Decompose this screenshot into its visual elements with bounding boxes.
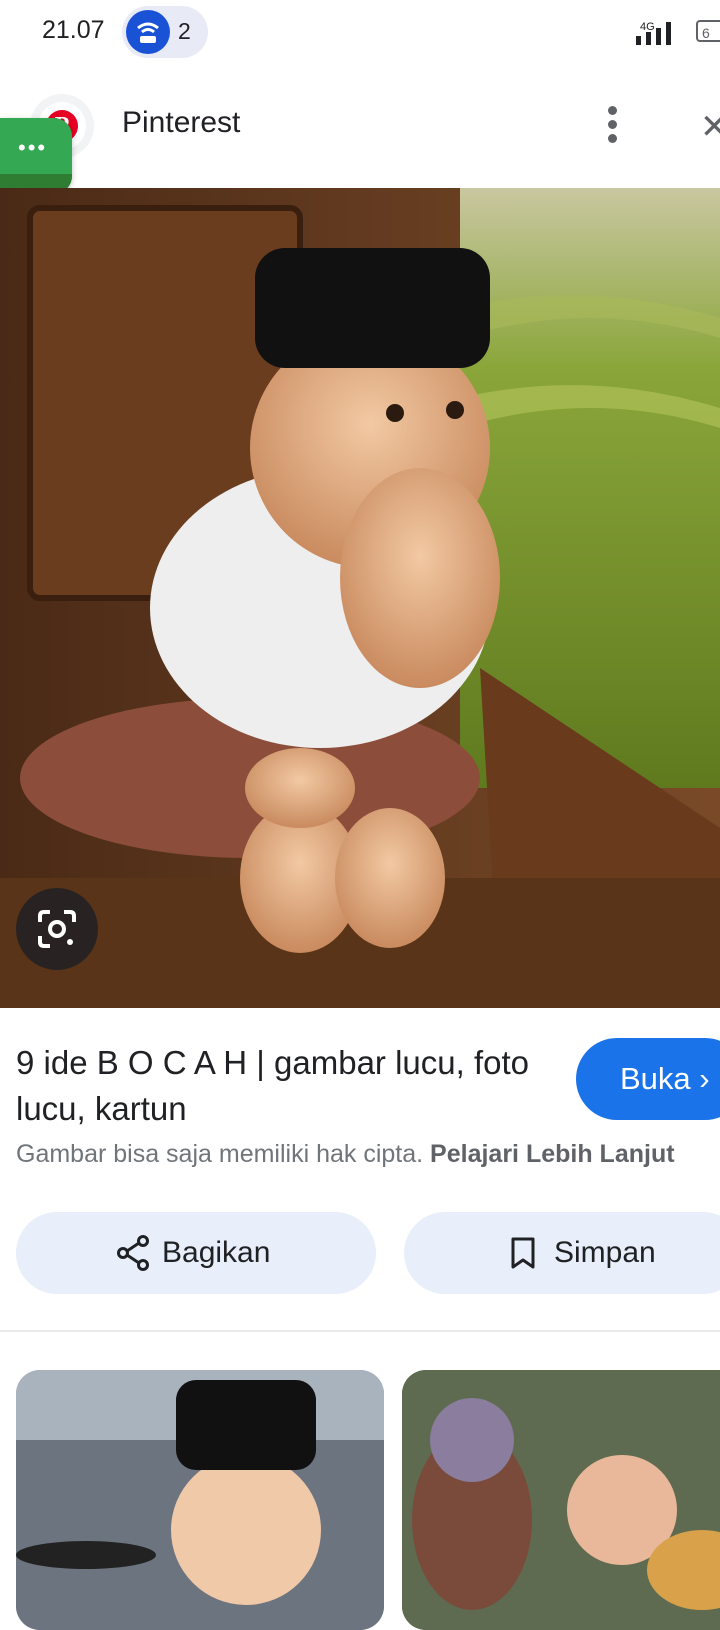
preview-image-illustration	[0, 188, 720, 1008]
signal-icon: 4G	[636, 20, 688, 51]
result-title[interactable]: 9 ide B O C A H | gambar lucu, foto lucu…	[16, 1040, 536, 1132]
lens-icon	[38, 910, 76, 948]
status-bar: 21.07 2 4G 6	[0, 0, 720, 66]
source-title: Pinterest	[122, 106, 241, 139]
hotspot-indicator[interactable]: 2	[122, 6, 208, 58]
bookmark-icon	[511, 1237, 535, 1269]
status-time: 21.07	[42, 16, 105, 44]
related-image-illustration	[16, 1370, 384, 1630]
related-image[interactable]	[16, 1370, 384, 1630]
battery-icon: 6	[696, 20, 720, 42]
dots-icon: •••	[18, 135, 48, 160]
source-header: P ••• Pinterest ✕	[0, 66, 720, 194]
share-label: Bagikan	[162, 1236, 271, 1269]
share-icon	[117, 1235, 149, 1271]
learn-more-link[interactable]: Pelajari Lebih Lanjut	[430, 1140, 675, 1168]
related-image[interactable]	[402, 1370, 720, 1630]
battery-level: 6	[702, 25, 710, 41]
copyright-notice: Gambar bisa saja memiliki hak cipta. Pel…	[16, 1140, 720, 1169]
close-icon[interactable]: ✕	[700, 110, 720, 144]
open-button[interactable]: Buka ›	[576, 1038, 720, 1120]
floating-menu-button[interactable]: •••	[0, 118, 72, 194]
hotspot-count: 2	[178, 18, 191, 44]
save-label: Simpan	[554, 1236, 656, 1269]
google-lens-button[interactable]	[16, 888, 98, 970]
copyright-text: Gambar bisa saja memiliki hak cipta.	[16, 1140, 424, 1168]
more-options-icon[interactable]	[600, 106, 624, 150]
share-button[interactable]: Bagikan	[16, 1212, 376, 1294]
chevron-right-icon: ›	[690, 1061, 710, 1096]
open-button-label: Buka	[620, 1061, 691, 1096]
network-type: 4G	[640, 21, 655, 33]
save-button[interactable]: Simpan	[404, 1212, 720, 1294]
related-image-illustration	[402, 1370, 720, 1630]
divider	[0, 1330, 720, 1332]
preview-image[interactable]	[0, 188, 720, 1008]
hotspot-icon	[126, 10, 170, 54]
